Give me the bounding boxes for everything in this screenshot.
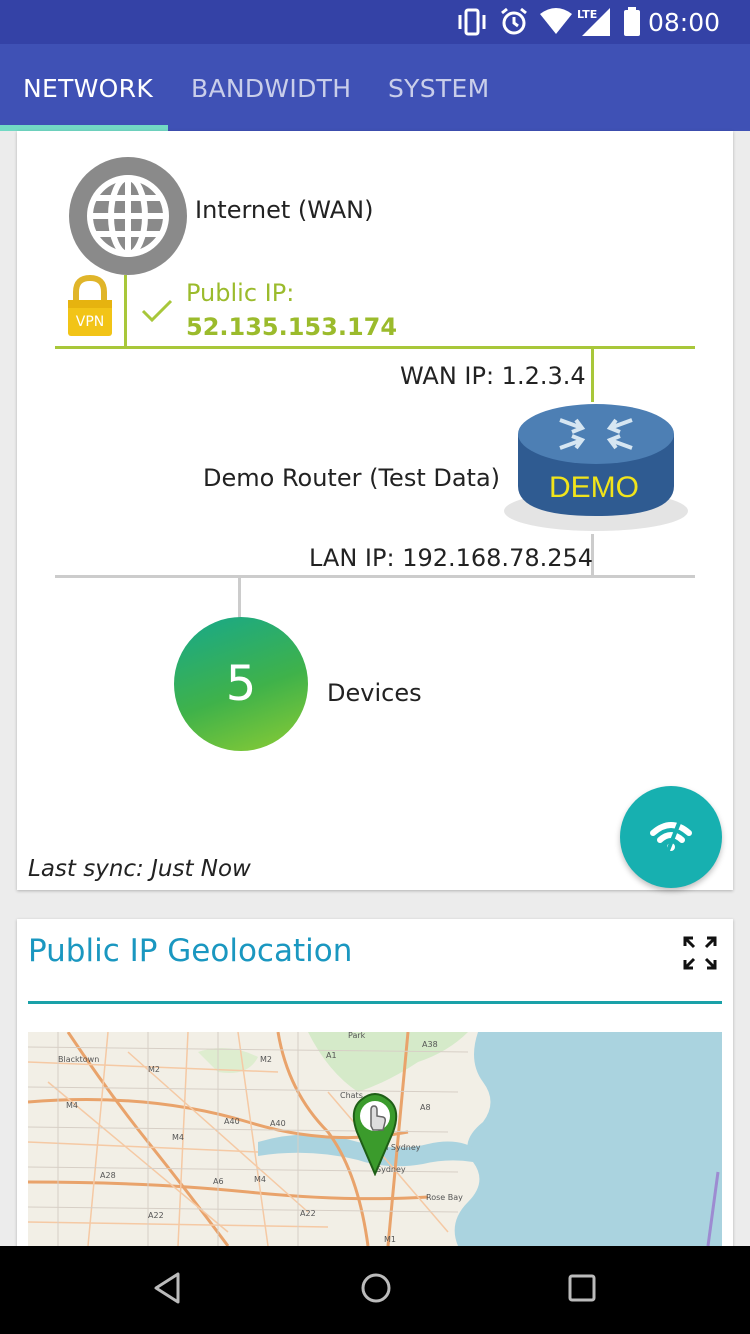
svg-text:VPN: VPN xyxy=(76,314,105,330)
wifi-icon xyxy=(540,8,572,34)
svg-text:A22: A22 xyxy=(300,1209,316,1218)
svg-text:M2: M2 xyxy=(260,1055,272,1064)
tab-system[interactable]: SYSTEM xyxy=(388,74,489,103)
wan-line xyxy=(55,346,695,349)
public-ip-value: 52.135.153.174 xyxy=(186,313,398,341)
svg-text:A8: A8 xyxy=(420,1103,431,1112)
status-bar: LTE 08:00 xyxy=(0,0,750,44)
home-icon[interactable] xyxy=(358,1270,394,1306)
svg-text:LTE: LTE xyxy=(577,8,597,21)
router-name: Demo Router (Test Data) xyxy=(203,464,501,492)
svg-text:M4: M4 xyxy=(66,1101,78,1110)
svg-text:M4: M4 xyxy=(254,1175,266,1184)
router-connector xyxy=(591,348,594,402)
check-icon xyxy=(141,299,173,323)
lan-ip: LAN IP: 192.168.78.254 xyxy=(309,544,594,572)
tab-bar: NETWORK BANDWIDTH SYSTEM xyxy=(0,44,750,131)
svg-text:DEMO: DEMO xyxy=(549,471,639,504)
svg-text:M2: M2 xyxy=(148,1065,160,1074)
devices-connector xyxy=(238,578,241,618)
status-time: 08:00 xyxy=(647,8,720,37)
router-icon[interactable]: DEMO xyxy=(500,398,692,533)
tab-network[interactable]: NETWORK xyxy=(23,74,153,103)
globe-icon[interactable] xyxy=(69,157,187,275)
svg-text:A22: A22 xyxy=(148,1211,164,1220)
geolocation-divider xyxy=(28,1001,722,1004)
wan-ip: WAN IP: 1.2.3.4 xyxy=(400,362,586,390)
svg-text:A40: A40 xyxy=(270,1119,286,1128)
public-ip-label: Public IP: xyxy=(186,279,295,307)
wifi-refresh-button[interactable] xyxy=(620,786,722,888)
svg-text:A28: A28 xyxy=(100,1171,116,1180)
vpn-lock-icon: VPN xyxy=(68,275,112,336)
geolocation-title: Public IP Geolocation xyxy=(28,933,353,969)
svg-text:A1: A1 xyxy=(326,1051,337,1060)
battery-icon xyxy=(624,7,640,36)
svg-text:Rose Bay: Rose Bay xyxy=(426,1193,463,1202)
wifi-sync-icon xyxy=(650,822,692,854)
devices-label: Devices xyxy=(327,679,422,707)
recents-icon[interactable] xyxy=(566,1270,598,1306)
devices-count-badge[interactable]: 5 xyxy=(174,617,308,751)
lte-signal-icon: LTE xyxy=(577,8,610,36)
back-icon[interactable] xyxy=(152,1270,184,1306)
tab-bandwidth[interactable]: BANDWIDTH xyxy=(191,74,351,103)
wan-connector xyxy=(124,275,127,348)
map-label-blacktown: Blacktown xyxy=(58,1055,99,1064)
geolocation-map[interactable]: Blacktown M2 M2 A1 A38 M4 A40 A40 Chats … xyxy=(28,1032,722,1246)
lan-line xyxy=(55,575,695,578)
svg-text:Park: Park xyxy=(348,1032,366,1040)
expand-icon[interactable] xyxy=(683,936,717,970)
internet-label: Internet (WAN) xyxy=(195,196,374,224)
svg-text:M4: M4 xyxy=(172,1133,184,1142)
vibrate-icon xyxy=(458,8,486,36)
svg-text:A40: A40 xyxy=(224,1117,240,1126)
svg-text:A38: A38 xyxy=(422,1040,438,1049)
svg-text:A6: A6 xyxy=(213,1177,224,1186)
alarm-icon xyxy=(501,7,527,35)
system-nav-bar xyxy=(0,1246,750,1334)
svg-text:M1: M1 xyxy=(384,1235,396,1244)
last-sync: Last sync: Just Now xyxy=(28,856,251,882)
map-pin-icon[interactable] xyxy=(349,1090,401,1176)
